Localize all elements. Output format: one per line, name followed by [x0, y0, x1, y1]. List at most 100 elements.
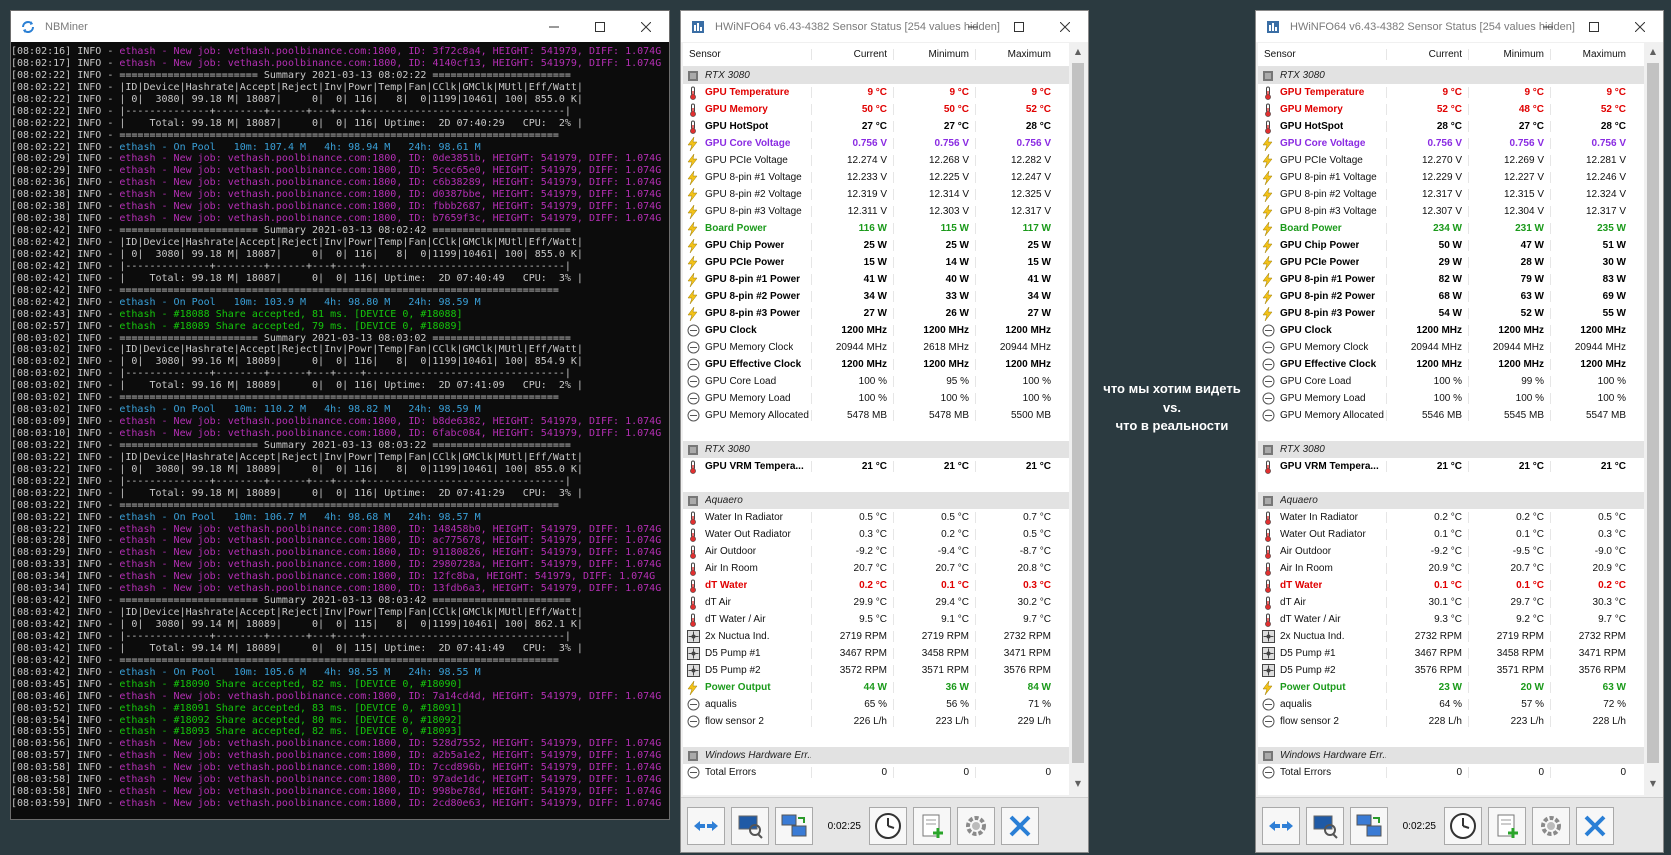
sensor-row[interactable]: GPU 8-pin #1 Power 41 W 40 W 41 W — [683, 271, 1069, 288]
arrows-lr-button[interactable] — [687, 807, 725, 845]
sensor-row[interactable]: dT Air 29.9 °C 29.4 °C 30.2 °C — [683, 594, 1069, 611]
sensor-row[interactable]: GPU 8-pin #3 Voltage 12.311 V 12.303 V 12.3… — [683, 203, 1069, 220]
sensor-row[interactable]: GPU 8-pin #1 Voltage 12.229 V 12.227 V 12.2… — [1258, 169, 1644, 186]
sensor-row[interactable]: GPU Chip Power 25 W 25 W 25 W — [683, 237, 1069, 254]
sensor-row[interactable]: Total Errors 0 0 0 — [683, 764, 1069, 781]
sensor-row[interactable]: Total Errors 0 0 0 — [1258, 764, 1644, 781]
sensor-row[interactable]: Water Out Radiator 0.3 °C 0.2 °C 0.5 °C — [683, 526, 1069, 543]
maximize-button[interactable] — [996, 11, 1042, 42]
sensor-row[interactable]: dT Water 0.2 °C 0.1 °C 0.3 °C — [683, 577, 1069, 594]
sensor-row[interactable]: Air Outdoor -9.2 °C -9.5 °C -9.0 °C — [1258, 543, 1644, 560]
close-x-button[interactable] — [1001, 807, 1039, 845]
sensor-row[interactable]: dT Water / Air 9.5 °C 9.1 °C 9.7 °C — [683, 611, 1069, 628]
sensor-row[interactable]: GPU PCIe Power 15 W 14 W 15 W — [683, 254, 1069, 271]
sensor-row[interactable]: GPU Memory Load 100 % 100 % 100 % — [683, 390, 1069, 407]
sensor-row[interactable]: GPU PCIe Voltage 12.274 V 12.268 V 12.282 V — [683, 152, 1069, 169]
sensor-row[interactable]: dT Water / Air 9.3 °C 9.2 °C 9.7 °C — [1258, 611, 1644, 628]
sensor-row[interactable]: GPU Memory Clock 20944 MHz 20944 MHz 20944 … — [1258, 339, 1644, 356]
sensor-row[interactable]: Water In Radiator 0.2 °C 0.2 °C 0.5 °C — [1258, 509, 1644, 526]
sensor-row[interactable]: 2x Nuctua Ind. 2719 RPM 2719 RPM 2732 RPM — [683, 628, 1069, 645]
sensor-row[interactable]: Water Out Radiator 0.1 °C 0.1 °C 0.3 °C — [1258, 526, 1644, 543]
sensor-row[interactable]: GPU Effective Clock 1200 MHz 1200 MHz 1200 … — [683, 356, 1069, 373]
sensor-row[interactable]: aqualis 65 % 56 % 71 % — [683, 696, 1069, 713]
sensor-row[interactable]: GPU PCIe Voltage 12.270 V 12.269 V 12.281 V — [1258, 152, 1644, 169]
sensor-row[interactable]: GPU Core Load 100 % 99 % 100 % — [1258, 373, 1644, 390]
sensor-group-row[interactable]: RTX 3080 — [1258, 67, 1644, 84]
sensor-row[interactable]: GPU Memory Allocated 5546 MB 5545 MB 5547 M… — [1258, 407, 1644, 424]
sensor-row[interactable]: GPU 8-pin #2 Power 68 W 63 W 69 W — [1258, 288, 1644, 305]
sensor-row[interactable]: GPU Core Voltage 0.756 V 0.756 V 0.756 V — [683, 135, 1069, 152]
sensor-row[interactable]: GPU Core Voltage 0.756 V 0.756 V 0.756 V — [1258, 135, 1644, 152]
sensor-group-row[interactable]: Windows Hardware Err... — [683, 747, 1069, 764]
sensor-row[interactable]: GPU 8-pin #1 Voltage 12.233 V 12.225 V 12.2… — [683, 169, 1069, 186]
header-maximum[interactable]: Maximum — [975, 49, 1057, 60]
sensor-row[interactable]: 2x Nuctua Ind. 2732 RPM 2719 RPM 2732 RPM — [1258, 628, 1644, 645]
sensor-row[interactable]: GPU HotSpot 27 °C 27 °C 28 °C — [683, 118, 1069, 135]
sensor-row[interactable]: GPU Memory Clock 20944 MHz 2618 MHz 20944 M… — [683, 339, 1069, 356]
clock-button[interactable] — [869, 807, 907, 845]
header-current[interactable]: Current — [811, 49, 893, 60]
sensor-row[interactable]: GPU Temperature 9 °C 9 °C 9 °C — [683, 84, 1069, 101]
network-monitors-button[interactable] — [1350, 807, 1388, 845]
sensor-row[interactable]: GPU 8-pin #2 Voltage 12.317 V 12.315 V 12.3… — [1258, 186, 1644, 203]
header-minimum[interactable]: Minimum — [893, 49, 975, 60]
sensor-row[interactable]: D5 Pump #1 3467 RPM 3458 RPM 3471 RPM — [683, 645, 1069, 662]
sensor-row[interactable]: GPU 8-pin #1 Power 82 W 79 W 83 W — [1258, 271, 1644, 288]
sensor-row[interactable]: GPU PCIe Power 29 W 28 W 30 W — [1258, 254, 1644, 271]
sensor-row[interactable]: GPU Clock 1200 MHz 1200 MHz 1200 MHz — [683, 322, 1069, 339]
sensor-row[interactable]: D5 Pump #2 3576 RPM 3571 RPM 3576 RPM — [1258, 662, 1644, 679]
scroll-down-arrow-icon[interactable]: ▼ — [1073, 779, 1083, 789]
sensor-row[interactable]: D5 Pump #2 3572 RPM 3571 RPM 3576 RPM — [683, 662, 1069, 679]
maximize-button[interactable] — [577, 11, 623, 42]
scrollbar-thumb[interactable] — [1072, 63, 1084, 763]
sensor-group-row[interactable]: Aquaero — [1258, 492, 1644, 509]
minimize-button[interactable] — [950, 11, 996, 42]
sensor-row[interactable]: GPU 8-pin #2 Power 34 W 33 W 34 W — [683, 288, 1069, 305]
sensor-row[interactable]: Board Power 234 W 231 W 235 W — [1258, 220, 1644, 237]
header-sensor[interactable]: Sensor — [683, 49, 811, 60]
sensor-table[interactable]: Sensor Current Minimum Maximum RTX 3080 G… — [683, 43, 1069, 795]
sensor-row[interactable]: Power Output 23 W 20 W 63 W — [1258, 679, 1644, 696]
sensor-row[interactable]: GPU Effective Clock 1200 MHz 1200 MHz 1200 … — [1258, 356, 1644, 373]
sensor-row[interactable]: Air In Room 20.9 °C 20.7 °C 20.9 °C — [1258, 560, 1644, 577]
scroll-up-arrow-icon[interactable]: ▲ — [1648, 47, 1658, 57]
sensor-row[interactable]: GPU Memory 52 °C 48 °C 52 °C — [1258, 101, 1644, 118]
sensor-row[interactable]: Board Power 116 W 115 W 117 W — [683, 220, 1069, 237]
settings-gear-button[interactable] — [957, 807, 995, 845]
nbminer-titlebar[interactable]: NBMiner — [11, 11, 669, 42]
sensor-row[interactable]: GPU Clock 1200 MHz 1200 MHz 1200 MHz — [1258, 322, 1644, 339]
scroll-up-arrow-icon[interactable]: ▲ — [1073, 47, 1083, 57]
close-button[interactable] — [623, 11, 669, 42]
vertical-scrollbar[interactable]: ▲ ▼ — [1644, 43, 1662, 795]
sensor-row[interactable]: GPU 8-pin #3 Power 27 W 26 W 27 W — [683, 305, 1069, 322]
sensor-row[interactable]: GPU VRM Tempera... 21 °C 21 °C 21 °C — [1258, 458, 1644, 475]
scrollbar-thumb[interactable] — [1647, 63, 1659, 763]
sensor-row[interactable]: GPU Temperature 9 °C 9 °C 9 °C — [1258, 84, 1644, 101]
arrows-lr-button[interactable] — [1262, 807, 1300, 845]
sensor-row[interactable]: GPU 8-pin #3 Voltage 12.307 V 12.304 V 12.3… — [1258, 203, 1644, 220]
vertical-scrollbar[interactable]: ▲ ▼ — [1069, 43, 1087, 795]
close-button[interactable] — [1617, 11, 1663, 42]
hwinfo-titlebar[interactable]: HWiNFO64 v6.43-4382 Sensor Status [254 v… — [1256, 11, 1663, 42]
report-add-button[interactable] — [913, 807, 951, 845]
sensor-row[interactable]: GPU 8-pin #3 Power 54 W 52 W 55 W — [1258, 305, 1644, 322]
sensor-row[interactable]: dT Air 30.1 °C 29.7 °C 30.3 °C — [1258, 594, 1644, 611]
sensor-group-row[interactable]: RTX 3080 — [683, 441, 1069, 458]
sensor-row[interactable]: GPU HotSpot 28 °C 27 °C 28 °C — [1258, 118, 1644, 135]
sensor-row[interactable]: dT Water 0.1 °C 0.1 °C 0.2 °C — [1258, 577, 1644, 594]
sensor-row[interactable]: Water In Radiator 0.5 °C 0.5 °C 0.7 °C — [683, 509, 1069, 526]
sensor-row[interactable]: GPU Chip Power 50 W 47 W 51 W — [1258, 237, 1644, 254]
sensor-group-row[interactable]: RTX 3080 — [683, 67, 1069, 84]
sensor-row[interactable]: D5 Pump #1 3467 RPM 3458 RPM 3471 RPM — [1258, 645, 1644, 662]
sensor-row[interactable]: GPU VRM Tempera... 21 °C 21 °C 21 °C — [683, 458, 1069, 475]
sensor-row[interactable]: aqualis 64 % 57 % 72 % — [1258, 696, 1644, 713]
close-x-button[interactable] — [1576, 807, 1614, 845]
scroll-down-arrow-icon[interactable]: ▼ — [1648, 779, 1658, 789]
minimize-button[interactable] — [531, 11, 577, 42]
monitor-magnifier-button[interactable] — [1306, 807, 1344, 845]
sensor-row[interactable]: GPU Memory Load 100 % 100 % 100 % — [1258, 390, 1644, 407]
header-maximum[interactable]: Maximum — [1550, 49, 1632, 60]
hwinfo-window-actual[interactable]: HWiNFO64 v6.43-4382 Sensor Status [254 v… — [1255, 10, 1664, 853]
sensor-group-row[interactable]: Aquaero — [683, 492, 1069, 509]
sensor-row[interactable]: Air Outdoor -9.2 °C -9.4 °C -8.7 °C — [683, 543, 1069, 560]
